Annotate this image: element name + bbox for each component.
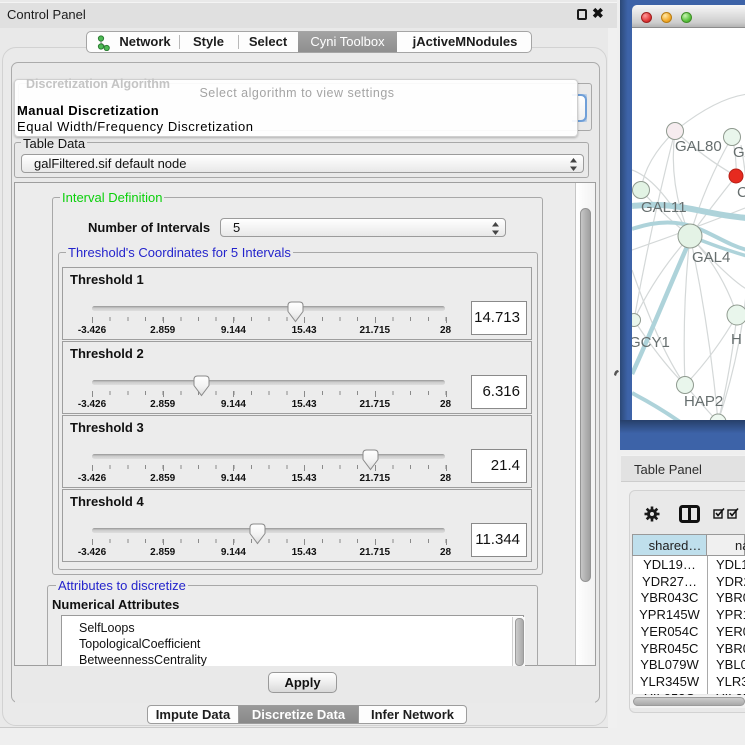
svg-text:HAP2: HAP2 [684, 393, 723, 410]
svg-text:GAL80: GAL80 [675, 138, 722, 155]
svg-text:GAL: GAL [733, 144, 745, 161]
svg-text:GCY1: GCY1 [632, 334, 670, 351]
svg-text:GAL11: GAL11 [641, 199, 687, 216]
svg-text:H: H [731, 331, 742, 348]
svg-text:GAL4: GAL4 [692, 249, 730, 266]
svg-text:C: C [737, 184, 745, 201]
